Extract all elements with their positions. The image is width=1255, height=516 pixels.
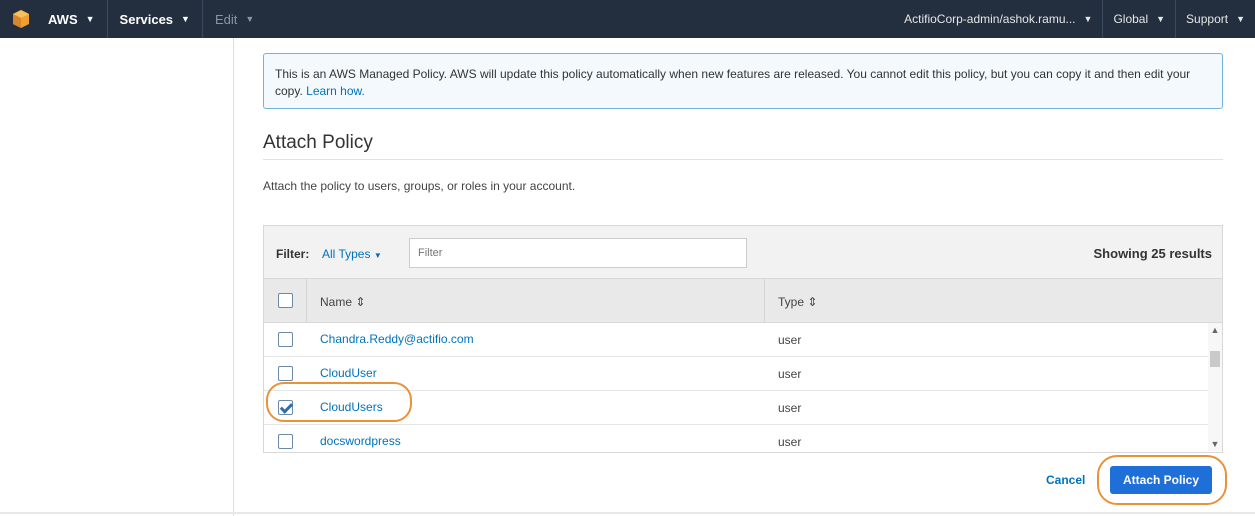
filter-type-label: All Types (322, 247, 371, 261)
divider (0, 512, 1255, 514)
nav-region-menu[interactable]: Global ▼ (1102, 0, 1175, 38)
nav-support-label: Support (1186, 12, 1229, 26)
chevron-down-icon: ▼ (1156, 14, 1166, 24)
column-separator (306, 279, 307, 322)
managed-policy-notice: This is an AWS Managed Policy. AWS will … (263, 53, 1223, 109)
left-sidebar (0, 38, 234, 516)
column-type-header[interactable]: Type ⇕ (778, 295, 817, 309)
sort-icon: ⇕ (355, 295, 366, 309)
column-name-label: Name (320, 295, 353, 309)
row-checkbox[interactable] (278, 366, 293, 381)
nav-right-group: ActifioCorp-admin/ashok.ramu... ▼ Global… (894, 0, 1255, 38)
chevron-down-icon: ▼ (181, 14, 190, 24)
row-name-link[interactable]: CloudUser (320, 366, 377, 380)
nav-support-menu[interactable]: Support ▼ (1175, 0, 1255, 38)
nav-edit-menu[interactable]: Edit ▼ (203, 0, 266, 38)
learn-how-link[interactable]: Learn how. (306, 84, 365, 98)
select-all-checkbox[interactable] (278, 293, 293, 308)
cancel-button[interactable]: Cancel (1046, 473, 1085, 487)
table-row[interactable]: Chandra.Reddy@actifio.com user (264, 323, 1208, 357)
results-count: Showing 25 results (1093, 246, 1212, 261)
row-name-link[interactable]: docswordpress (320, 434, 401, 448)
scroll-down-icon[interactable]: ▼ (1208, 439, 1222, 449)
column-separator (764, 279, 765, 322)
nav-services-menu[interactable]: Services ▼ (108, 0, 203, 38)
column-name-header[interactable]: Name ⇕ (320, 295, 365, 309)
row-name-link[interactable]: Chandra.Reddy@actifio.com (320, 332, 474, 346)
nav-account-label: ActifioCorp-admin/ashok.ramu... (904, 12, 1076, 26)
nav-edit-label: Edit (214, 11, 238, 27)
filter-bar: Filter: All Types ▼ Showing 25 results (264, 226, 1222, 278)
caret-down-icon: ▼ (373, 251, 382, 260)
chevron-down-icon: ▼ (85, 14, 95, 24)
row-type: user (778, 367, 802, 381)
column-type-label: Type (778, 295, 805, 309)
section-description: Attach the policy to users, groups, or r… (263, 179, 576, 193)
annotation-highlight (266, 382, 412, 422)
aws-cube-icon[interactable] (6, 0, 36, 38)
filter-input[interactable] (409, 238, 747, 268)
annotation-highlight (1097, 455, 1227, 505)
top-nav-bar: AWS ▼ Services ▼ Edit ▼ ActifioCorp-admi… (0, 0, 1255, 38)
row-type: user (778, 333, 802, 347)
notice-text: This is an AWS Managed Policy. AWS will … (275, 67, 1191, 98)
row-type: user (778, 435, 802, 449)
nav-aws-menu[interactable]: AWS ▼ (36, 0, 108, 38)
filter-label: Filter: (276, 247, 310, 261)
scroll-thumb[interactable] (1210, 351, 1220, 367)
divider (263, 159, 1223, 160)
chevron-down-icon: ▼ (1083, 14, 1093, 24)
nav-account-menu[interactable]: ActifioCorp-admin/ashok.ramu... ▼ (894, 0, 1102, 38)
nav-services-label: Services (119, 11, 174, 27)
row-checkbox[interactable] (278, 434, 293, 449)
nav-aws-label: AWS (48, 11, 78, 27)
row-checkbox[interactable] (278, 332, 293, 347)
row-type: user (778, 401, 802, 415)
nav-region-label: Global (1113, 12, 1149, 26)
table-row[interactable]: docswordpress user (264, 425, 1208, 451)
table-header: Name ⇕ Type ⇕ (264, 278, 1222, 323)
filter-type-dropdown[interactable]: All Types ▼ (322, 247, 382, 261)
sort-icon: ⇕ (807, 295, 818, 309)
entities-table-panel: Filter: All Types ▼ Showing 25 results N… (263, 225, 1223, 453)
page-title: Attach Policy (263, 132, 373, 153)
table-scrollbar[interactable]: ▲ ▼ (1208, 323, 1222, 451)
scroll-up-icon[interactable]: ▲ (1208, 325, 1222, 335)
chevron-down-icon: ▼ (245, 14, 255, 24)
chevron-down-icon: ▼ (1236, 14, 1245, 24)
